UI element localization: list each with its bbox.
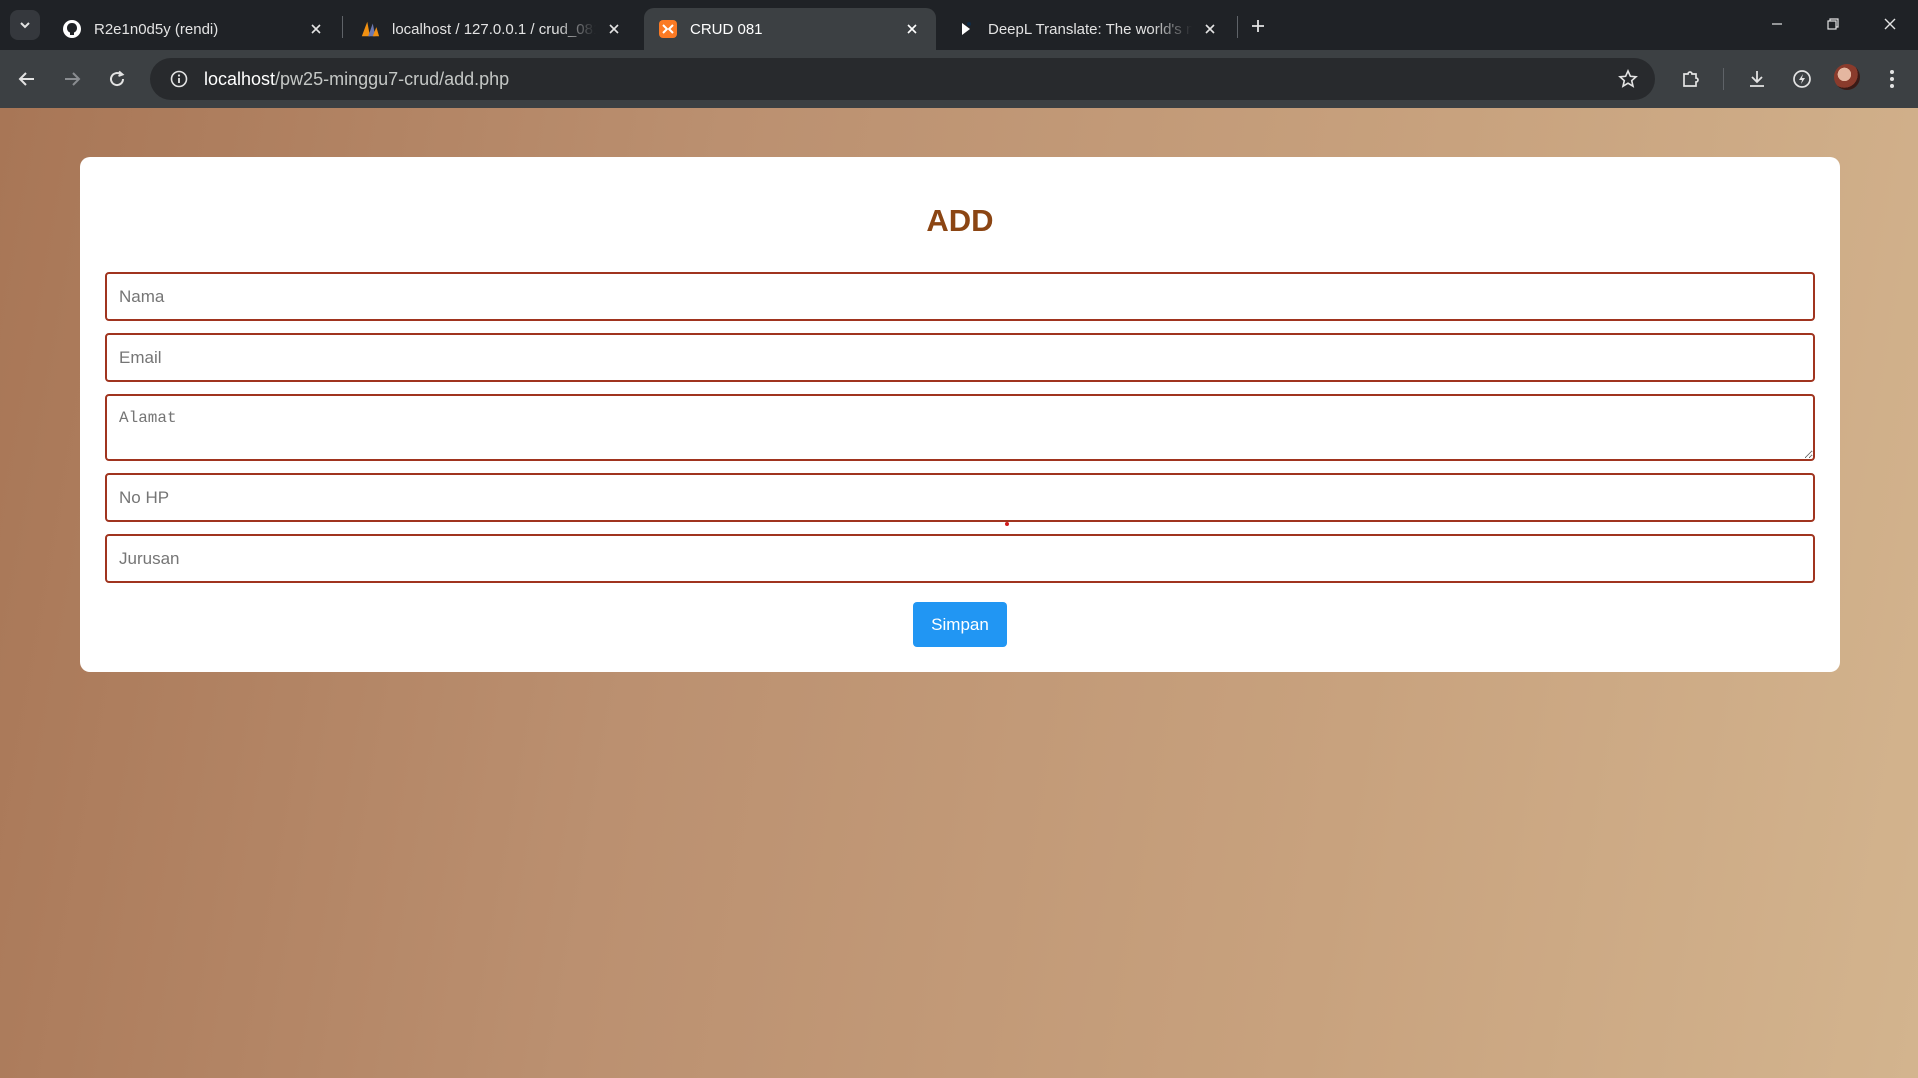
bookmark-star-icon[interactable] — [1613, 64, 1643, 94]
tab-title: R2e1n0d5y (rendi) — [94, 20, 219, 38]
tab-deepl[interactable]: DeepL Translate: The world's most accura… — [942, 8, 1234, 50]
address-bar[interactable]: localhost/pw25-minggu7-crud/add.php — [150, 58, 1655, 100]
performance-button[interactable] — [1786, 63, 1818, 95]
tab-github[interactable]: R2e1n0d5y (rendi) — [48, 8, 340, 50]
plus-icon — [1252, 20, 1264, 32]
xampp-icon — [658, 19, 678, 39]
browser-tab-strip: R2e1n0d5y (rendi) localhost / 127.0.0.1 … — [0, 0, 1918, 50]
close-icon[interactable] — [604, 19, 624, 39]
toolbar-divider — [1723, 68, 1724, 90]
reload-button[interactable] — [100, 62, 134, 96]
jurusan-input[interactable] — [105, 534, 1815, 583]
alamat-textarea[interactable] — [105, 394, 1815, 461]
profile-avatar[interactable] — [1834, 64, 1860, 90]
browser-menu-button[interactable] — [1876, 63, 1908, 95]
tab-phpmyadmin[interactable]: localhost / 127.0.0.1 / crud_081 — [346, 8, 638, 50]
close-window-button[interactable] — [1866, 6, 1914, 42]
site-info-icon[interactable] — [158, 58, 200, 100]
url-text: localhost/pw25-minggu7-crud/add.php — [204, 69, 509, 90]
close-icon[interactable] — [1200, 19, 1220, 39]
speedometer-icon — [1793, 70, 1811, 88]
no-hp-input[interactable] — [105, 473, 1815, 522]
add-form-card: ADD Simpan — [80, 157, 1840, 672]
minimize-icon — [1772, 23, 1782, 25]
restore-button[interactable] — [1809, 6, 1857, 42]
arrow-left-icon — [18, 72, 34, 86]
close-icon[interactable] — [902, 19, 922, 39]
close-icon[interactable] — [306, 19, 326, 39]
simpan-button[interactable]: Simpan — [913, 602, 1007, 647]
puzzle-icon — [1683, 71, 1699, 87]
browser-toolbar: localhost/pw25-minggu7-crud/add.php — [0, 50, 1918, 108]
phpmyadmin-icon — [360, 19, 380, 39]
url-host: localhost — [204, 68, 276, 89]
tab-search-button[interactable] — [10, 10, 40, 40]
minimize-button[interactable] — [1753, 6, 1801, 42]
tab-title: localhost / 127.0.0.1 / crud_081 — [392, 20, 596, 38]
tab-title: DeepL Translate: The world's most accura… — [988, 20, 1192, 38]
page-title: ADD — [926, 203, 994, 238]
close-icon — [1884, 18, 1896, 30]
downloads-button[interactable] — [1741, 63, 1773, 95]
tab-crud-081[interactable]: CRUD 081 — [644, 8, 936, 50]
email-input[interactable] — [105, 333, 1815, 382]
download-icon — [1750, 71, 1764, 87]
url-path: /pw25-minggu7-crud/add.php — [275, 68, 510, 89]
new-tab-button[interactable] — [1244, 12, 1272, 40]
arrow-right-icon — [65, 72, 81, 86]
tab-separator — [342, 16, 343, 38]
forward-button[interactable] — [55, 62, 89, 96]
back-button[interactable] — [10, 62, 44, 96]
reload-icon — [110, 70, 125, 87]
deepl-icon — [956, 19, 976, 39]
nama-input[interactable] — [105, 272, 1815, 321]
restore-icon — [1827, 18, 1839, 30]
cursor-dot — [1005, 522, 1009, 526]
chevron-down-icon — [20, 22, 30, 29]
page-background: ADD Simpan — [0, 108, 1918, 1078]
github-icon — [62, 19, 82, 39]
tab-separator — [1237, 16, 1238, 38]
extensions-button[interactable] — [1675, 63, 1707, 95]
tab-title: CRUD 081 — [690, 20, 763, 38]
kebab-menu-icon — [1890, 70, 1894, 88]
